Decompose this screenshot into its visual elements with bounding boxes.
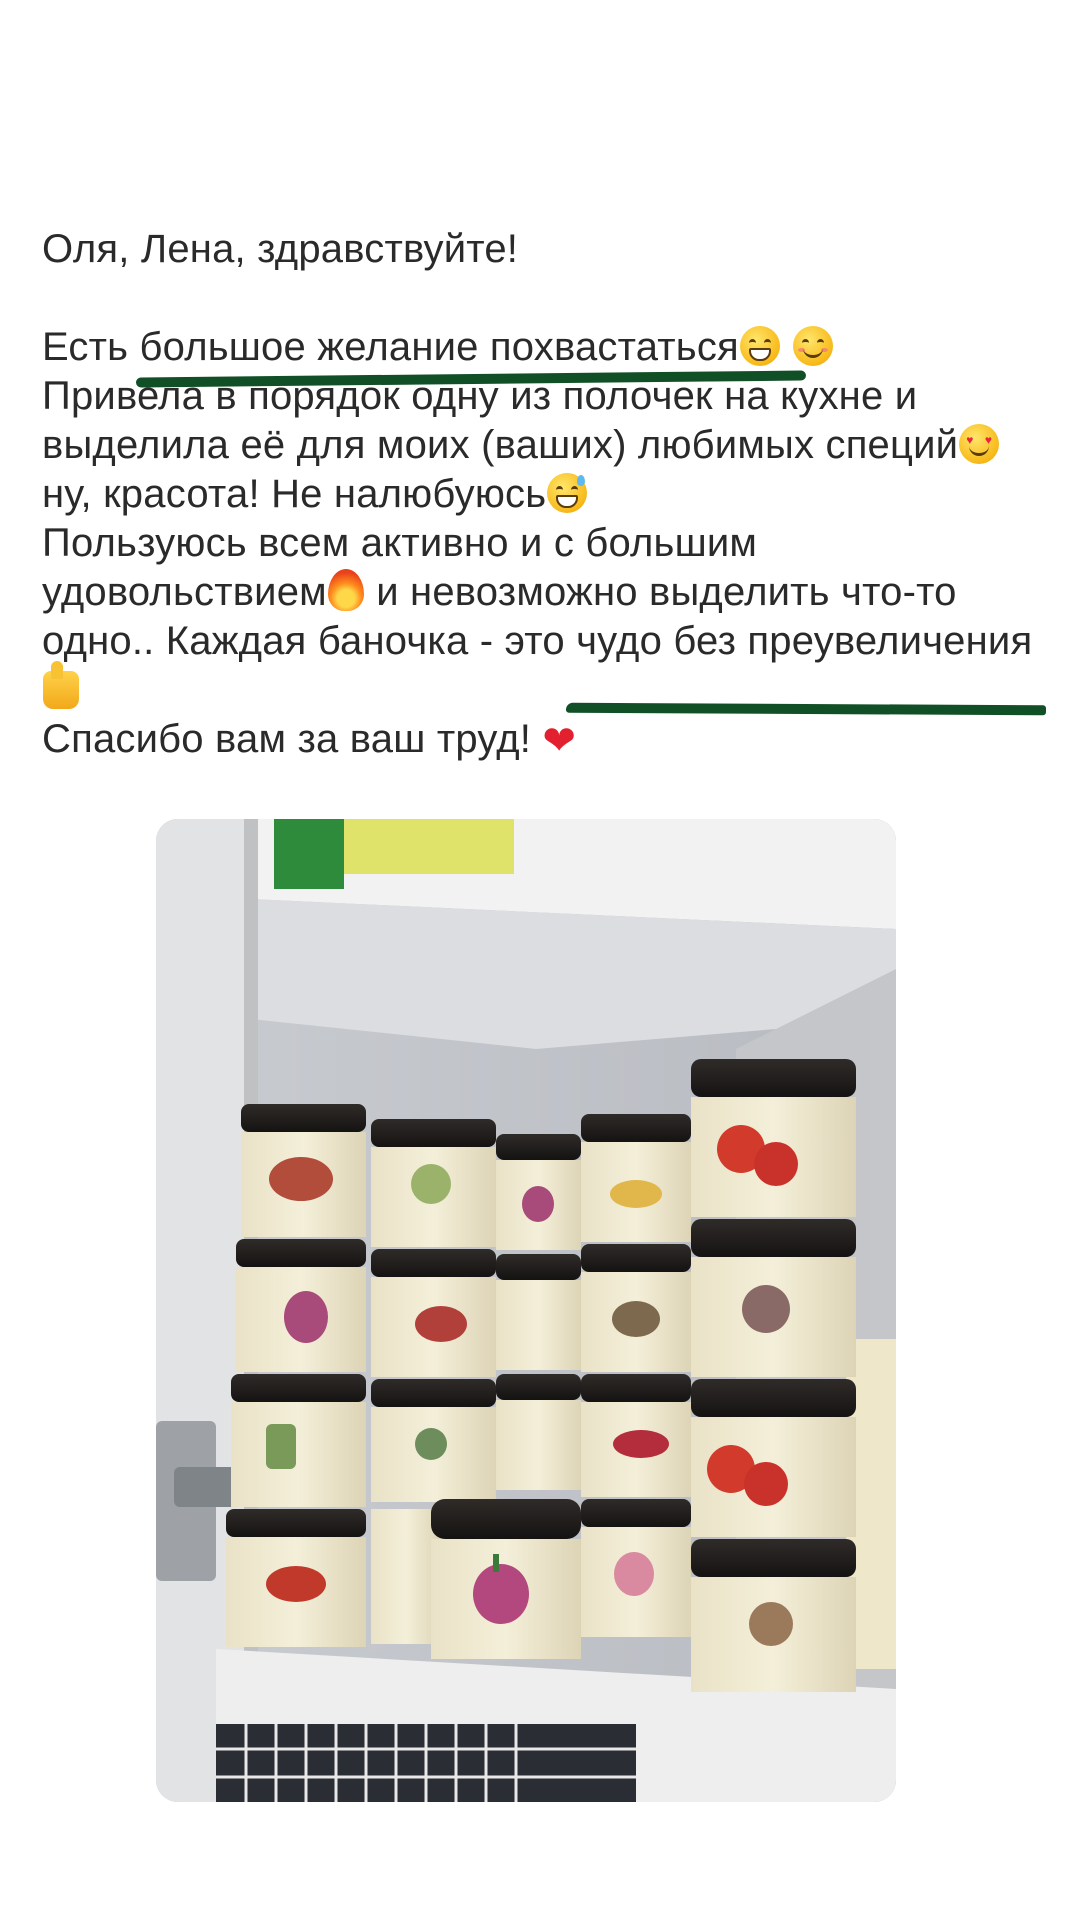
jar-column-3 — [496, 1134, 581, 1490]
spice-shelf-photo — [156, 819, 896, 1802]
fire-emoji — [327, 569, 364, 611]
front-jar — [431, 1499, 581, 1659]
highlighted-phrase-2: чудо без преувеличения — [576, 619, 1033, 663]
jar-column-5 — [691, 1059, 856, 1692]
jar-column-1 — [226, 1104, 366, 1647]
message-line-6: удовольствием и невозможно выделить что-… — [42, 568, 1052, 617]
spice-shelf-illustration — [156, 819, 896, 1802]
thumbs-up-emoji — [43, 661, 79, 709]
message-line-1: Есть большое желание похвастаться — [42, 323, 1052, 372]
line-4-text: ну, красота! Не налюбуюсь — [42, 472, 547, 516]
line-3-text: выделила её для моих (ваших) любимых спе… — [42, 423, 959, 467]
grinning-face-emoji — [739, 326, 780, 366]
closing-text: Спасибо вам за ваш труд! — [42, 717, 543, 761]
message-line-7: одно.. Каждая баночка - это чудо без пре… — [42, 617, 1052, 666]
jar-column-4 — [581, 1114, 691, 1637]
red-heart-emoji: ❤ — [542, 718, 577, 764]
message-text: Оля, Лена, здравствуйте! Есть большое же… — [42, 225, 1052, 764]
grinning-sweat-emoji — [547, 473, 588, 513]
greeting-line: Оля, Лена, здравствуйте! — [42, 227, 519, 271]
message-line-4: ну, красота! Не налюбуюсь — [42, 470, 1052, 519]
line-6-end: и невозможно выделить что-то — [364, 570, 957, 614]
closing-line: Спасибо вам за ваш труд! ❤ — [42, 715, 1052, 764]
line-1-start: Есть — [42, 325, 140, 369]
highlighted-phrase-1: большое желание похвастаться — [139, 325, 739, 369]
line-6-start: удовольствием — [42, 570, 327, 614]
heart-eyes-emoji: ♥ ♥ — [959, 424, 1000, 464]
message-line-5: Пользуюсь всем активно и с большим — [42, 521, 758, 565]
line-7-start: одно.. Каждая баночка - это — [42, 619, 577, 663]
smiling-face-emoji — [793, 326, 834, 366]
message-line-3: выделила её для моих (ваших) любимых спе… — [42, 421, 1052, 470]
